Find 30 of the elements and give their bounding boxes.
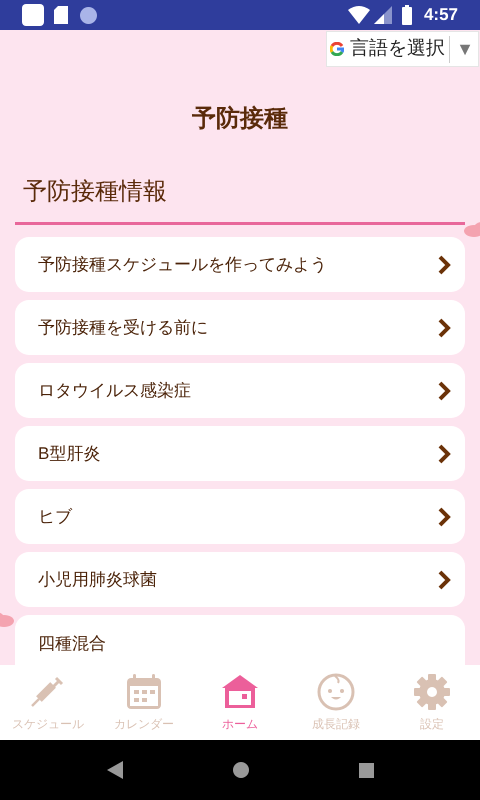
chevron-right-icon xyxy=(437,380,451,402)
wifi-icon xyxy=(348,6,370,24)
recents-icon xyxy=(358,762,374,778)
list-item[interactable]: 予防接種を受ける前に xyxy=(15,300,465,355)
loading-icon xyxy=(80,6,97,24)
list-item[interactable]: 小児用肺炎球菌 xyxy=(15,552,465,607)
sd-card-icon xyxy=(54,6,68,24)
battery-icon xyxy=(402,5,412,25)
list-item[interactable]: ロタウイルス感染症 xyxy=(15,363,465,418)
baby-face-icon xyxy=(316,672,356,712)
language-select[interactable]: 言語を選択 ▼ xyxy=(326,31,479,67)
calendar-icon xyxy=(124,672,164,712)
chevron-right-icon xyxy=(437,316,451,338)
list-item[interactable]: 四種混合 xyxy=(15,615,465,665)
chevron-right-icon xyxy=(437,254,451,276)
section-title: 予防接種情報 xyxy=(23,177,167,207)
app-notification-icon xyxy=(22,4,44,26)
back-icon xyxy=(106,761,122,779)
signal-icon xyxy=(374,6,392,24)
chevron-right-icon xyxy=(437,568,451,590)
settings-icon xyxy=(412,672,452,712)
list-item[interactable]: 予防接種スケジュールを作ってみよう xyxy=(15,237,465,292)
chevron-right-icon xyxy=(437,442,451,464)
chevron-right-icon xyxy=(437,506,451,528)
page-title: 予防接種 xyxy=(192,104,288,134)
list-item[interactable]: B型肝炎 xyxy=(15,426,465,481)
google-icon xyxy=(330,42,344,56)
list-item[interactable]: ヒブ xyxy=(15,489,465,544)
home-button-icon xyxy=(232,762,248,778)
status-time: 4:57 xyxy=(424,4,458,26)
